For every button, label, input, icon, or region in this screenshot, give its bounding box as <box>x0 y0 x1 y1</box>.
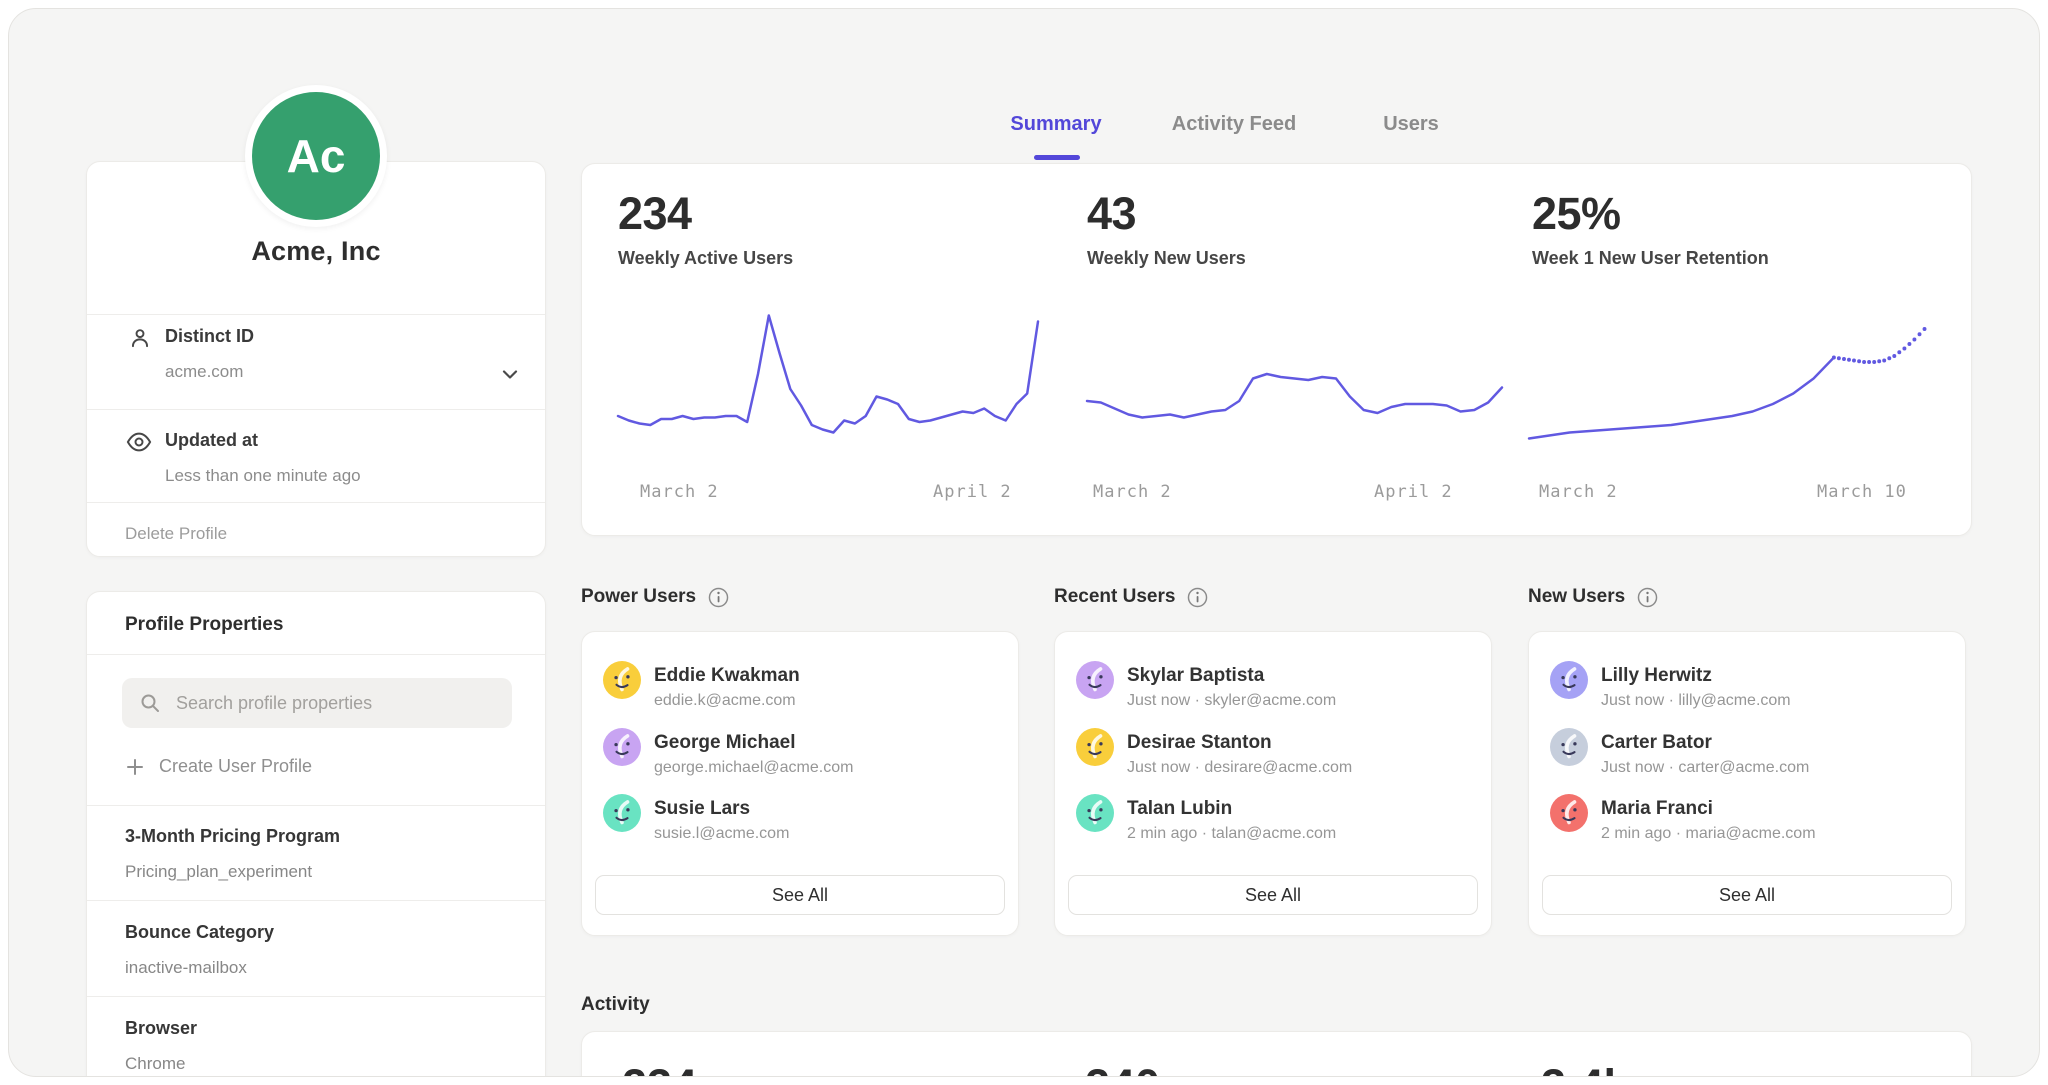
divider <box>87 502 545 503</box>
power-users-card: Eddie Kwakmaneddie.k@acme.comGeorge Mich… <box>581 631 1019 936</box>
chevron-down-icon[interactable] <box>498 362 522 386</box>
create-user-profile-button[interactable]: Create User Profile <box>125 756 312 777</box>
property-value: inactive-mailbox <box>125 958 247 978</box>
user-avatar-face-icon <box>603 794 641 832</box>
recent-users-header: Recent Users <box>1054 586 1208 608</box>
delete-profile-button[interactable]: Delete Profile <box>125 524 227 544</box>
user-subtext: george.michael@acme.com <box>654 759 853 777</box>
user-avatar-face-icon <box>1550 728 1588 766</box>
profile-properties-title: Profile Properties <box>125 614 283 636</box>
activity-stat-value: 240 <box>1085 1060 1160 1077</box>
tab-summary[interactable]: Summary <box>1010 113 1101 136</box>
property-name: 3-Month Pricing Program <box>125 826 340 847</box>
new-users-card: Lilly HerwitzJust now · lilly@acme.comCa… <box>1528 631 1966 936</box>
user-row[interactable]: Susie Larssusie.l@acme.com <box>582 632 1018 696</box>
property-name: Browser <box>125 1018 197 1039</box>
stat-weekly-new-users-label: Weekly New Users <box>1087 248 1246 269</box>
property-name: Bounce Category <box>125 922 274 943</box>
summary-card: 234 Weekly Active Users March 2 April 2 … <box>581 163 1972 536</box>
see-all-button[interactable]: See All <box>1068 875 1478 915</box>
divider <box>87 654 545 655</box>
plus-icon <box>125 757 145 777</box>
company-avatar-initials: Ac <box>252 92 380 220</box>
profile-properties-card: Profile Properties Create User Profile 3… <box>86 591 546 1077</box>
person-icon <box>127 325 153 351</box>
weekly-new-users-chart <box>1087 305 1502 465</box>
stat-retention-value: 25% <box>1532 188 1621 240</box>
activity-stat-value: 234 <box>622 1060 697 1077</box>
info-icon[interactable] <box>1187 587 1208 608</box>
divider <box>87 314 545 315</box>
user-row[interactable]: Talan Lubin2 min ago · talan@acme.com <box>1055 632 1491 696</box>
info-icon[interactable] <box>1637 587 1658 608</box>
app-window: Ac Acme, Inc Distinct ID acme.com Upda <box>8 8 2040 1077</box>
activity-card: 234 240 3.4k <box>581 1031 1972 1077</box>
tab-users[interactable]: Users <box>1383 113 1439 136</box>
divider <box>87 409 545 410</box>
user-avatar-face-icon <box>603 728 641 766</box>
recent-users-card: Skylar BaptistaJust now · skyler@acme.co… <box>1054 631 1492 936</box>
user-name: George Michael <box>654 732 796 754</box>
user-name: Talan Lubin <box>1127 798 1232 820</box>
divider <box>87 996 545 997</box>
stat-weekly-new-users-value: 43 <box>1087 188 1136 240</box>
search-profile-properties-input[interactable] <box>122 678 512 728</box>
new-users-header: New Users <box>1528 586 1658 608</box>
x-tick: March 2 <box>1539 482 1618 502</box>
x-tick: March 2 <box>1093 482 1172 502</box>
new-users-title: New Users <box>1528 586 1625 608</box>
property-value: Chrome <box>125 1054 185 1074</box>
distinct-id-label: Distinct ID <box>165 326 254 347</box>
user-subtext: 2 min ago · maria@acme.com <box>1601 825 1816 843</box>
user-avatar-face-icon <box>1550 794 1588 832</box>
divider <box>87 900 545 901</box>
company-name: Acme, Inc <box>87 236 545 267</box>
see-all-button[interactable]: See All <box>595 875 1005 915</box>
user-subtext: Just now · desirare@acme.com <box>1127 759 1352 777</box>
power-users-title: Power Users <box>581 586 696 608</box>
eye-icon <box>125 428 153 456</box>
x-tick: March 10 <box>1817 482 1907 502</box>
user-name: Maria Franci <box>1601 798 1713 820</box>
distinct-id-value: acme.com <box>165 362 243 382</box>
x-tick: April 2 <box>1374 482 1453 502</box>
updated-at-value: Less than one minute ago <box>165 466 361 486</box>
user-subtext: susie.l@acme.com <box>654 825 789 843</box>
stat-weekly-active-users-value: 234 <box>618 188 692 240</box>
user-row[interactable]: Maria Franci2 min ago · maria@acme.com <box>1529 632 1965 696</box>
user-subtext: Just now · carter@acme.com <box>1601 759 1809 777</box>
company-avatar: Ac <box>245 85 387 227</box>
x-tick: April 2 <box>933 482 1012 502</box>
divider <box>87 805 545 806</box>
user-avatar-face-icon <box>1076 794 1114 832</box>
retention-chart <box>1529 305 1941 465</box>
user-subtext: 2 min ago · talan@acme.com <box>1127 825 1336 843</box>
activity-stat-value: 3.4k <box>1541 1060 1629 1077</box>
recent-users-title: Recent Users <box>1054 586 1175 608</box>
weekly-active-users-chart <box>618 305 1038 465</box>
stat-weekly-active-users-label: Weekly Active Users <box>618 248 793 269</box>
see-all-button[interactable]: See All <box>1542 875 1952 915</box>
user-name: Susie Lars <box>654 798 750 820</box>
create-user-profile-label: Create User Profile <box>159 756 312 777</box>
user-name: Carter Bator <box>1601 732 1712 754</box>
stat-retention-label: Week 1 New User Retention <box>1532 248 1769 269</box>
activity-title: Activity <box>581 994 650 1016</box>
info-icon[interactable] <box>708 587 729 608</box>
user-name: Desirae Stanton <box>1127 732 1272 754</box>
user-avatar-face-icon <box>1076 728 1114 766</box>
power-users-header: Power Users <box>581 586 729 608</box>
search-icon <box>138 691 162 715</box>
tab-activity-feed[interactable]: Activity Feed <box>1172 113 1296 136</box>
active-tab-underline <box>1034 155 1080 160</box>
x-tick: March 2 <box>640 482 719 502</box>
property-value: Pricing_plan_experiment <box>125 862 312 882</box>
updated-at-label: Updated at <box>165 430 258 451</box>
